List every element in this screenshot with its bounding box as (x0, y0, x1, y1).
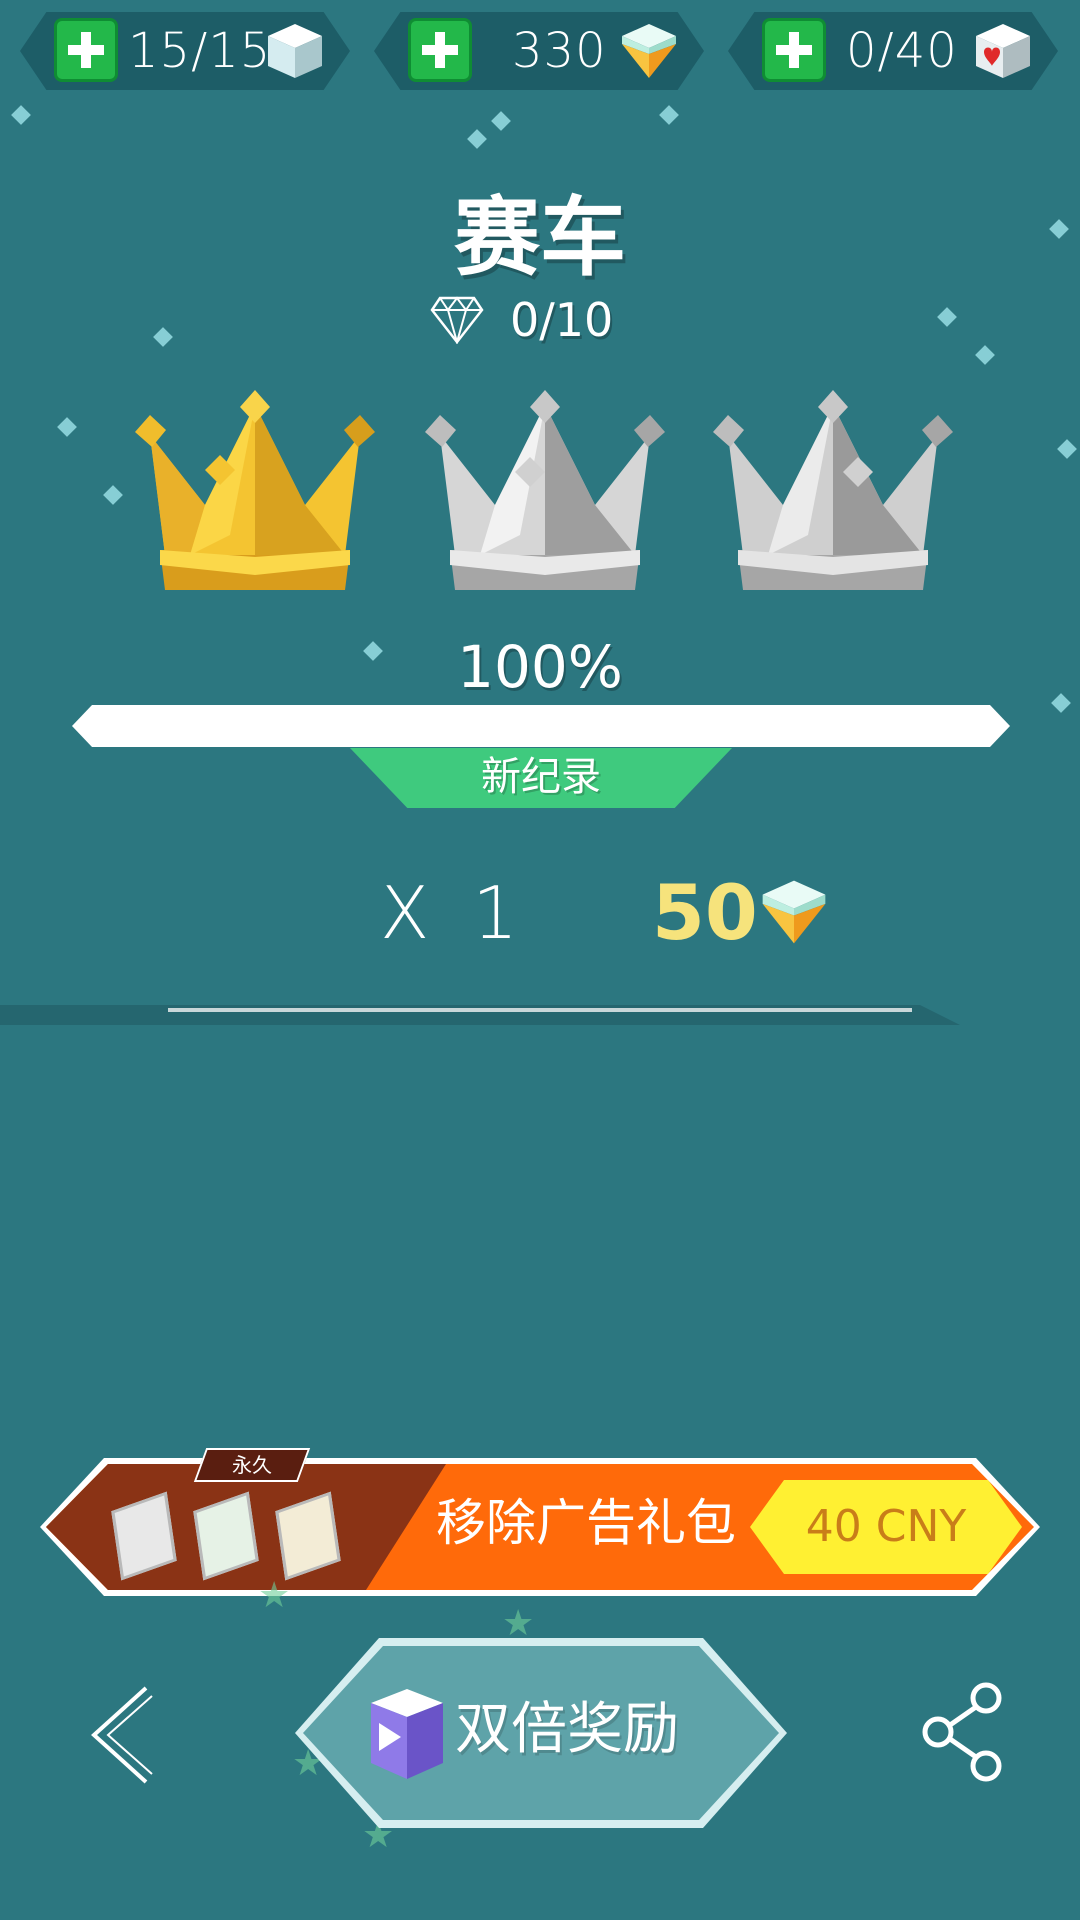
ad-video-icon (371, 1689, 443, 1779)
energy-value: 15/15 (128, 23, 272, 79)
permanent-tag: 永久 (193, 1448, 311, 1482)
reward-multiplier: X 1 (380, 871, 529, 955)
banner-text: 移除广告礼包 (436, 1494, 736, 1552)
sparkle (1057, 439, 1077, 459)
back-arrow-icon[interactable] (82, 1680, 162, 1790)
add-hearts-button[interactable] (762, 18, 826, 82)
sparkle (103, 485, 123, 505)
star-decoration: ★ (502, 1603, 535, 1644)
price-button[interactable]: 40 CNY (750, 1480, 1022, 1574)
heart-value: 0/40 (846, 23, 958, 79)
share-icon[interactable] (918, 1680, 1008, 1784)
reward-amount: 50 (652, 868, 758, 957)
gold-gem-icon (622, 24, 676, 78)
heart-cube-icon (976, 24, 1030, 78)
add-energy-button[interactable] (54, 18, 118, 82)
sparkle (659, 105, 679, 125)
sparkle (491, 111, 511, 131)
new-record-badge: 新纪录 (350, 748, 732, 808)
star-decoration: ★ (258, 1575, 291, 1616)
ice-cube-icon (268, 24, 322, 78)
heart-counter: 0/40 (728, 12, 1058, 90)
new-record-label: 新纪录 (481, 754, 601, 800)
sparkle (153, 327, 173, 347)
sparkle (937, 307, 957, 327)
price-label: 40 CNY (805, 1501, 967, 1552)
diamond-outline-icon (430, 296, 484, 344)
sparkle (467, 129, 487, 149)
gold-crown-icon (135, 390, 375, 590)
remove-ads-banner[interactable]: 永久 移除广告礼包 40 CNY (40, 1448, 1040, 1596)
progress-percent: 100% (457, 633, 623, 701)
progress-bar (72, 705, 1010, 747)
double-reward-button[interactable]: 双倍奖励 (295, 1638, 787, 1828)
permanent-tag-label: 永久 (232, 1453, 272, 1477)
gold-gem-icon (762, 880, 826, 944)
silver-crown-icon (713, 390, 953, 590)
silver-crown-icon (425, 390, 665, 590)
level-title: 赛车 (454, 188, 626, 288)
energy-counter: 15/15 (20, 12, 350, 90)
sparkle (57, 417, 77, 437)
gem-progress-value: 0/10 (510, 293, 614, 347)
gem-counter: 330 (374, 12, 704, 90)
divider-line (168, 1008, 912, 1012)
sparkle (11, 105, 31, 125)
add-gems-button[interactable] (408, 18, 472, 82)
sparkle (975, 345, 995, 365)
gem-value: 330 (512, 23, 607, 79)
double-reward-label: 双倍奖励 (455, 1697, 679, 1762)
